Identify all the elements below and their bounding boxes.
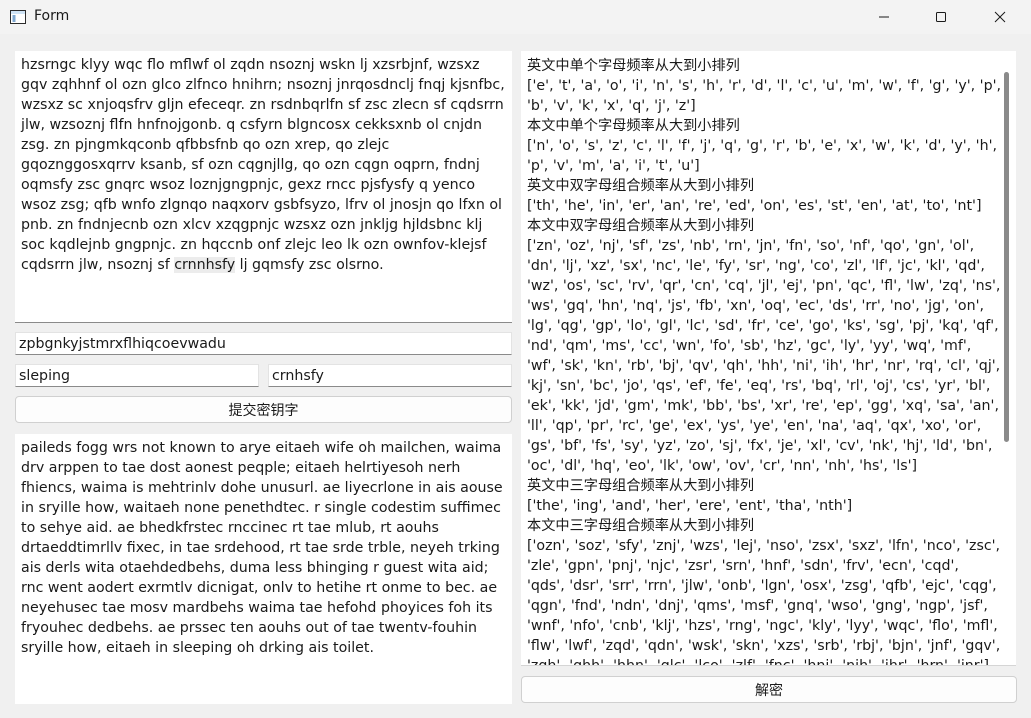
frequency-stats-panel[interactable]: 英文中单个字母频率从大到小排列 ['e', 't', 'a', 'o', 'i',… [521,51,1016,665]
cipher-text-before: hzsrngc klyy wqc flo mflwf ol zqdn nsozn… [21,57,505,273]
decrypted-text-editor[interactable]: paileds fogg wrs not known to arye eitae… [15,434,512,704]
key-input[interactable]: zpbgnkyjstmrxflhiqcoevwadu [15,332,512,355]
app-window: Form hzsrngc klyy wqc flo mflwf ol zqdn … [0,0,1031,718]
stats-heading: 本文中单个字母频率从大到小排列 [527,118,740,134]
key-input-value: zpbgnkyjstmrxflhiqcoevwadu [19,336,226,352]
divider [521,665,1016,666]
cipher-text-editor[interactable]: hzsrngc klyy wqc flo mflwf ol zqdn nsozn… [15,51,512,323]
stats-list: ['e', 't', 'a', 'o', 'i', 'n', 's', 'h',… [527,78,1001,114]
minimize-icon [879,16,889,18]
cipher-text-after: lj gqmsfy zsc olsrno. [235,257,384,273]
stats-list: ['zn', 'oz', 'nj', 'sf', 'zs', 'nb', 'rn… [527,238,1001,474]
maximize-icon [936,12,946,22]
plain-word-value: sleping [19,368,71,384]
title-bar: Form [0,0,1031,34]
cipher-word-input[interactable]: crnhsfy [268,364,512,387]
app-window-icon [10,10,26,24]
plain-word-input[interactable]: sleping [15,364,259,387]
close-button[interactable] [977,0,1023,34]
stats-heading: 英文中单个字母频率从大到小排列 [527,58,740,74]
minimize-button[interactable] [861,0,907,34]
decrypt-button[interactable]: 解密 [521,676,1017,703]
decrypted-text-content: paileds fogg wrs not known to arye eitae… [21,440,503,656]
stats-list: ['the', 'ing', 'and', 'her', 'ere', 'ent… [527,498,853,514]
stats-heading: 本文中双字母组合频率从大到小排列 [527,218,755,234]
submit-key-button-label: 提交密钥字 [228,402,299,419]
decrypt-button-label: 解密 [755,682,783,699]
stats-heading: 本文中三字母组合频率从大到小排列 [527,518,755,534]
close-icon [994,11,1006,23]
stats-heading: 英文中三字母组合频率从大到小排列 [527,478,755,494]
stats-list: ['ozn', 'soz', 'sfy', 'znj', 'wzs', 'lej… [527,538,1001,665]
stats-heading: 英文中双字母组合频率从大到小排列 [527,178,755,194]
cipher-text-content: hzsrngc klyy wqc flo mflwf ol zqdn nsozn… [15,51,512,279]
cipher-text-selected-word: crnnhsfy [174,257,236,273]
stats-scrollbar-thumb[interactable] [1004,72,1009,442]
frequency-stats-content: 英文中单个字母频率从大到小排列 ['e', 't', 'a', 'o', 'i',… [527,56,1001,665]
stats-list: ['th', 'he', 'in', 'er', 'an', 're', 'ed… [527,198,982,214]
cipher-word-value: crnhsfy [272,368,324,384]
maximize-button[interactable] [918,0,964,34]
stats-list: ['n', 'o', 's', 'z', 'c', 'l', 'f', 'j',… [527,138,997,174]
window-title: Form [34,8,70,24]
submit-key-button[interactable]: 提交密钥字 [15,396,512,423]
